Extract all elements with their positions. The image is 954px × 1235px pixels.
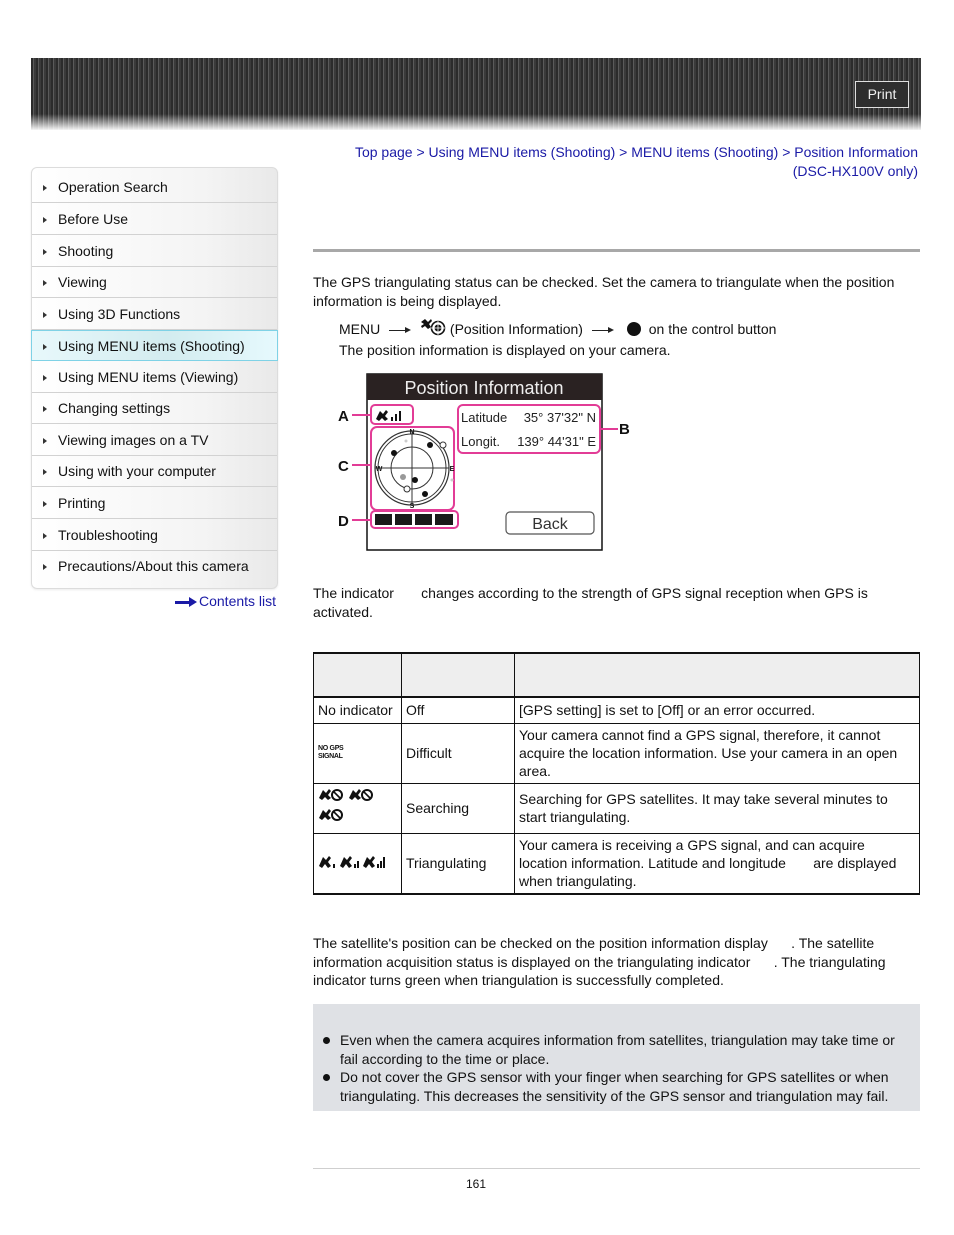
intro-text: The GPS triangulating status can be chec… [313, 274, 895, 309]
menu-step: MENU (Position Information) on the contr… [339, 318, 776, 339]
arrow-right-icon [43, 438, 47, 444]
arrow-right-icon [43, 406, 47, 412]
arrow-right-icon [43, 375, 47, 381]
position-information-screen-illustration: Position Information A Latitude 35° 37'3… [338, 373, 630, 551]
status-cell: Off [401, 696, 515, 724]
table-row: NO GPS SIGNAL Difficult Your camera cann… [313, 722, 920, 784]
table-row: Triangulating Your camera is receiving a… [313, 832, 920, 895]
arrow-right-icon [43, 217, 47, 223]
table-header-cell [313, 652, 402, 698]
arrow-right-icon [175, 597, 197, 608]
breadcrumb-current-page[interactable]: Position Information (DSC-HX100V only) [793, 144, 918, 179]
sidebar-nav: Operation Search Before Use Shooting Vie… [31, 167, 278, 589]
description-cell: Searching for GPS satellites. It may tak… [514, 782, 920, 834]
description-cell: Your camera cannot find a GPS signal, th… [514, 722, 920, 784]
indicator-cell: No indicator [313, 696, 402, 724]
table-row: No indicator Off [GPS setting] is set to… [313, 696, 920, 724]
footer-divider [313, 1168, 920, 1169]
gps-triangulating-icon [319, 856, 385, 869]
arrow-right-icon [590, 325, 616, 335]
table-header-row [313, 652, 920, 698]
callout-label-d: D [338, 513, 349, 530]
note-item: Even when the camera acquires informatio… [313, 1031, 920, 1068]
note-box: Even when the camera acquires informatio… [313, 1004, 920, 1111]
contents-list-link[interactable]: Contents list [175, 593, 276, 609]
table-row: Searching Searching for GPS satellites. … [313, 782, 920, 834]
status-cell: Triangulating [401, 832, 515, 895]
sidebar-item-changing-settings[interactable]: Changing settings [32, 393, 277, 424]
longitude-label: Longit. [461, 434, 500, 449]
print-button[interactable]: Print [855, 81, 909, 108]
title-divider [313, 249, 920, 252]
indicator-cell [313, 832, 402, 895]
longitude-value: 139° 44'31" E [517, 434, 596, 449]
arrow-right-icon [43, 501, 47, 507]
sidebar-item-3d-functions[interactable]: Using 3D Functions [32, 299, 277, 330]
arrow-right-icon [43, 312, 47, 318]
compass-w: W [376, 466, 383, 473]
breadcrumb-menu-items-shooting[interactable]: MENU items (Shooting) [631, 144, 778, 160]
arrow-right-icon [43, 249, 47, 255]
arrow-right-icon [43, 280, 47, 286]
sidebar-item-before-use[interactable]: Before Use [32, 204, 277, 235]
sidebar-item-menu-shooting[interactable]: Using MENU items (Shooting) [31, 330, 278, 361]
description-cell: [GPS setting] is set to [Off] or an erro… [514, 696, 920, 724]
sidebar-item-precautions[interactable]: Precautions/About this camera [32, 551, 277, 582]
sidebar-item-operation-search[interactable]: Operation Search [32, 172, 277, 203]
arrow-right-icon [43, 185, 47, 191]
sidebar-item-computer[interactable]: Using with your computer [32, 456, 277, 487]
sidebar-item-printing[interactable]: Printing [32, 488, 277, 519]
sidebar-item-viewing[interactable]: Viewing [32, 267, 277, 298]
callout-label-c: C [338, 458, 349, 475]
compass-e: E [450, 466, 455, 473]
indicator-cell: NO GPS SIGNAL [313, 722, 402, 784]
indicator-description: The indicator changes according to the s… [313, 585, 872, 620]
status-cell: Searching [401, 782, 515, 834]
compass-n: N [409, 429, 414, 436]
callout-label-a: A [338, 408, 349, 425]
arrow-right-icon [43, 469, 47, 475]
sidebar-item-troubleshooting[interactable]: Troubleshooting [32, 520, 277, 551]
sidebar-item-viewing-tv[interactable]: Viewing images on a TV [32, 425, 277, 456]
compass-s: S [410, 503, 415, 510]
latitude-value: 35° 37'32" N [524, 410, 596, 425]
header-banner [31, 58, 921, 130]
page-number: 161 [466, 1177, 487, 1191]
arrow-right-icon [43, 344, 47, 350]
gps-searching-icon [319, 789, 373, 821]
callout-label-b: B [619, 421, 630, 438]
breadcrumb-top-page[interactable]: Top page [355, 144, 413, 160]
note-list: Even when the camera acquires informatio… [313, 1031, 920, 1105]
camera-screen-title: Position Information [404, 378, 563, 398]
sidebar-item-menu-viewing[interactable]: Using MENU items (Viewing) [32, 362, 277, 393]
breadcrumb: Top page > Using MENU items (Shooting) >… [354, 144, 918, 179]
arrow-right-icon [387, 325, 413, 335]
arrow-right-icon [43, 533, 47, 539]
table-header-cell [401, 652, 515, 698]
description-cell: Your camera is receiving a GPS signal, a… [514, 832, 920, 895]
camera-back-label: Back [532, 516, 569, 533]
sidebar-item-shooting[interactable]: Shooting [32, 236, 277, 267]
satellite-description: The satellite's position can be checked … [313, 935, 890, 988]
arrow-right-icon [43, 564, 47, 570]
table-header-cell [514, 652, 920, 698]
status-cell: Difficult [401, 722, 515, 784]
indicator-cell [313, 782, 402, 834]
gps-position-menu-icon [421, 319, 446, 336]
latitude-label: Latitude [461, 410, 507, 425]
gps-status-table: No indicator Off [GPS setting] is set to… [313, 652, 920, 895]
breadcrumb-using-menu-shooting[interactable]: Using MENU items (Shooting) [429, 144, 616, 160]
center-button-icon [626, 322, 641, 337]
no-gps-signal-icon: NO GPS SIGNAL [318, 745, 344, 760]
note-item: Do not cover the GPS sensor with your fi… [313, 1068, 920, 1105]
step-result: The position information is displayed on… [339, 342, 671, 358]
